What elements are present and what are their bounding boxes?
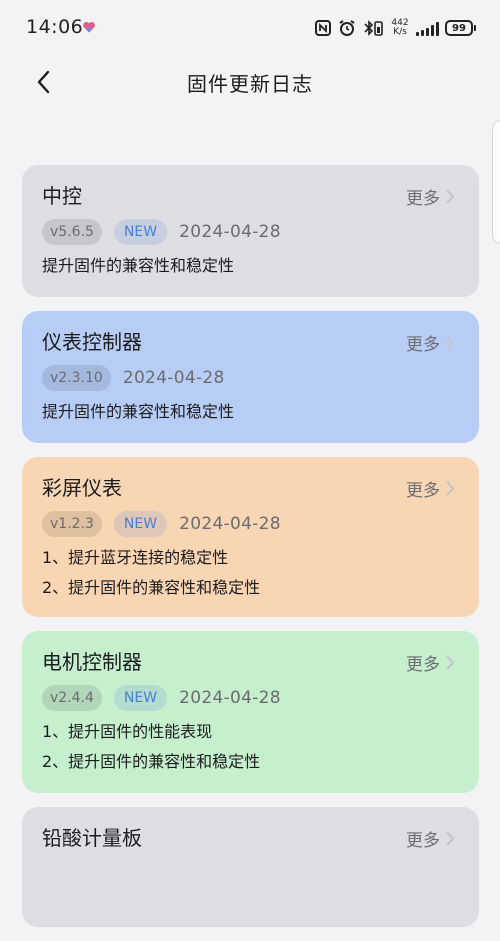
status-bar: 14:06 442 K/s 99 bbox=[0, 0, 500, 56]
alarm-icon bbox=[339, 20, 355, 36]
bluetooth-battery-icon bbox=[364, 20, 383, 36]
version-tag: v2.3.10 bbox=[42, 365, 111, 391]
edge-handle[interactable] bbox=[492, 120, 500, 244]
firmware-card-motor-controller[interactable]: 电机控制器 更多 v2.4.4 NEW 2024-04-28 1、提升固件的性能… bbox=[22, 631, 479, 793]
version-tag: v5.6.5 bbox=[42, 219, 102, 245]
card-title: 仪表控制器 bbox=[42, 330, 142, 354]
release-date: 2024-04-28 bbox=[179, 514, 281, 534]
page-title: 固件更新日志 bbox=[187, 72, 313, 96]
more-button[interactable]: 更多 bbox=[406, 476, 455, 501]
release-notes: 1、提升固件的性能表现 2、提升固件的兼容性和稳定性 bbox=[42, 717, 459, 789]
firmware-card-lead-acid-meter[interactable]: 铅酸计量板 更多 bbox=[22, 807, 479, 927]
card-meta: v5.6.5 NEW 2024-04-28 bbox=[42, 219, 459, 245]
status-time: 14:06 bbox=[26, 16, 84, 38]
more-label: 更多 bbox=[406, 655, 440, 675]
card-title: 电机控制器 bbox=[42, 650, 142, 674]
release-note: 1、提升蓝牙连接的稳定性 bbox=[42, 548, 229, 567]
card-title: 铅酸计量板 bbox=[42, 826, 142, 850]
more-label: 更多 bbox=[406, 481, 440, 501]
release-note: 1、提升固件的性能表现 bbox=[42, 722, 213, 741]
release-note: 提升固件的兼容性和稳定性 bbox=[42, 256, 235, 275]
card-title: 中控 bbox=[42, 184, 82, 208]
chevron-right-icon bbox=[446, 481, 454, 496]
nav-bar: 固件更新日志 bbox=[0, 56, 500, 108]
chevron-right-icon bbox=[446, 655, 454, 670]
card-title: 彩屏仪表 bbox=[42, 476, 122, 500]
battery-icon: 99 bbox=[445, 20, 476, 36]
release-notes: 提升固件的兼容性和稳定性 bbox=[42, 251, 459, 293]
release-date: 2024-04-28 bbox=[179, 688, 281, 708]
more-button[interactable]: 更多 bbox=[406, 330, 455, 355]
new-badge: NEW bbox=[113, 685, 168, 711]
firmware-card-dashboard-controller[interactable]: 仪表控制器 更多 v2.3.10 2024-04-28 提升固件的兼容性和稳定性 bbox=[22, 311, 479, 443]
release-notes: 1、提升蓝牙连接的稳定性 2、提升固件的兼容性和稳定性 bbox=[42, 543, 459, 615]
chevron-right-icon bbox=[446, 831, 454, 846]
more-button[interactable]: 更多 bbox=[406, 826, 455, 851]
more-button[interactable]: 更多 bbox=[406, 650, 455, 675]
status-icons: 442 K/s 99 bbox=[314, 14, 476, 42]
release-note: 2、提升固件的兼容性和稳定性 bbox=[42, 578, 261, 597]
release-note: 2、提升固件的兼容性和稳定性 bbox=[42, 752, 261, 771]
version-tag: v1.2.3 bbox=[42, 511, 102, 537]
more-label: 更多 bbox=[406, 189, 440, 209]
more-label: 更多 bbox=[406, 831, 440, 851]
heart-icon bbox=[83, 21, 95, 33]
card-meta: v1.2.3 NEW 2024-04-28 bbox=[42, 511, 459, 537]
new-badge: NEW bbox=[113, 511, 168, 537]
chevron-right-icon bbox=[446, 189, 454, 204]
card-meta: v2.3.10 2024-04-28 bbox=[42, 365, 459, 391]
network-speed: 442 K/s bbox=[390, 19, 410, 37]
new-badge: NEW bbox=[113, 219, 168, 245]
version-tag: v2.4.4 bbox=[42, 685, 102, 711]
nfc-icon bbox=[315, 20, 331, 36]
card-meta: v2.4.4 NEW 2024-04-28 bbox=[42, 685, 459, 711]
release-note: 提升固件的兼容性和稳定性 bbox=[42, 402, 235, 421]
release-notes: 提升固件的兼容性和稳定性 bbox=[42, 397, 459, 439]
more-button[interactable]: 更多 bbox=[406, 184, 455, 209]
release-date: 2024-04-28 bbox=[122, 368, 225, 388]
firmware-card-color-display[interactable]: 彩屏仪表 更多 v1.2.3 NEW 2024-04-28 1、提升蓝牙连接的稳… bbox=[22, 457, 479, 617]
battery-level: 99 bbox=[452, 22, 466, 34]
network-speed-unit: K/s bbox=[393, 27, 407, 37]
more-label: 更多 bbox=[406, 335, 440, 355]
signal-icon bbox=[416, 20, 439, 36]
release-date: 2024-04-28 bbox=[179, 222, 281, 242]
chevron-right-icon bbox=[446, 335, 454, 350]
firmware-card-central-control[interactable]: 中控 更多 v5.6.5 NEW 2024-04-28 提升固件的兼容性和稳定性 bbox=[22, 165, 479, 297]
firmware-card-list: 中控 更多 v5.6.5 NEW 2024-04-28 提升固件的兼容性和稳定性… bbox=[22, 165, 479, 941]
